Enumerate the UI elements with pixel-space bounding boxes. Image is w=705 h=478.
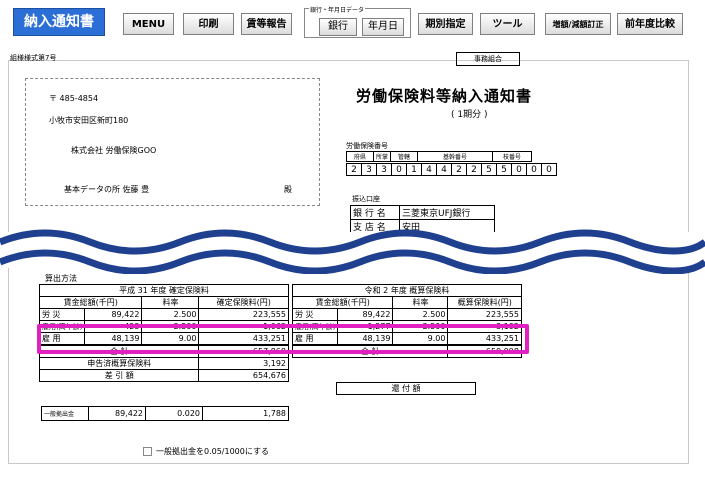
- highlight-box: [37, 324, 529, 354]
- fixed-header: 平成 31 年度 確定保険料: [39, 284, 289, 297]
- declared-label: 申告済概算保険料: [38, 357, 200, 370]
- checkbox-box[interactable]: [143, 447, 152, 456]
- notice-button[interactable]: 納入通知書: [13, 8, 105, 36]
- header-base-number: 基幹番号: [417, 151, 494, 162]
- row-label: 労 災: [38, 308, 86, 321]
- row-wage: 89,422: [84, 308, 143, 321]
- refund-table: 還 付 額: [336, 382, 476, 395]
- honorific: 殿: [284, 185, 292, 194]
- estimated-header: 令和 2 年度 概算保険料: [292, 284, 522, 297]
- address-line: 小牧市安田区新町180: [49, 116, 129, 125]
- header-branch-number: 枝番号: [492, 151, 533, 162]
- insurance-number-label: 労働保険番号: [346, 142, 388, 150]
- general-amount: 1,788: [202, 406, 289, 421]
- row-label: 労 災: [291, 308, 339, 321]
- general-contribution-table: 一般拠出金 89,422 0.020 1,788: [41, 406, 289, 421]
- form-number: 組様様式第7号: [10, 54, 57, 62]
- col-estimated: 概算保険料(円): [447, 296, 522, 309]
- row-wage: 89,422: [337, 308, 394, 321]
- digit: 2: [451, 163, 467, 176]
- digit: 3: [376, 163, 392, 176]
- tools-button[interactable]: ツール: [480, 13, 535, 35]
- diff-label: 差 引 額: [38, 369, 200, 382]
- digit: 5: [496, 163, 512, 176]
- bank-value: 三菱東京UFJ銀行: [399, 205, 495, 220]
- row-rate: 2.500: [392, 308, 449, 321]
- digit: 2: [466, 163, 482, 176]
- digit: 1: [406, 163, 422, 176]
- digit: 3: [361, 163, 377, 176]
- document-title: 労働保険料等納入通知書: [356, 87, 533, 105]
- bank-account-label: 振込口座: [352, 195, 380, 203]
- header-office: 所掌: [372, 151, 392, 162]
- bank-button[interactable]: 銀行: [319, 18, 357, 36]
- digit: 2: [346, 163, 362, 176]
- office-tag: 事務組合: [456, 52, 520, 66]
- group-label: 銀行・年月日データ: [309, 5, 366, 14]
- period-label: ( 1期分 ): [451, 110, 488, 120]
- refund-label: 還 付 額: [336, 382, 476, 395]
- col-wage: 賃金総額(千円): [38, 296, 143, 309]
- address-box: 〒 485-4854 小牧市安田区新町180 株式会社 労働保険GOO 基本デー…: [25, 78, 320, 206]
- digit: 0: [391, 163, 407, 176]
- increase-decrease-button[interactable]: 増額/減額訂正: [545, 13, 611, 35]
- company-name: 株式会社 労働保険GOO: [71, 146, 157, 155]
- diff-value: 654,676: [198, 369, 289, 382]
- col-rate-2: 料率: [392, 296, 449, 309]
- calc-title: 算出方法: [45, 274, 77, 283]
- general-label: 一般拠出金: [41, 406, 89, 421]
- digit: 4: [436, 163, 452, 176]
- declared-value: 3,192: [198, 357, 289, 370]
- postal-code: 〒 485-4854: [49, 94, 99, 103]
- bank-date-group: 銀行・年月日データ 銀行 年月日: [304, 5, 411, 38]
- col-fixed: 確定保険料(円): [198, 296, 289, 309]
- insurance-number-headers: 府県 所掌 管轄 基幹番号 枝番号: [346, 151, 533, 162]
- general-wage: 89,422: [88, 406, 146, 421]
- insurance-number-digits: 2 3 3 0 1 4 4 2 2 5 5 0 0 0: [346, 163, 557, 176]
- person-name: 基本データの所 佐藤 豊: [64, 185, 150, 194]
- cut-wave-graphic: [0, 229, 705, 274]
- bank-key: 銀 行 名: [350, 205, 400, 220]
- digit: 4: [421, 163, 437, 176]
- row-amount: 223,555: [447, 308, 522, 321]
- general-rate: 0.020: [145, 406, 203, 421]
- header-jurisdiction: 管轄: [390, 151, 419, 162]
- col-wage-2: 賃金総額(千円): [291, 296, 394, 309]
- digit: 0: [526, 163, 542, 176]
- digit: 5: [481, 163, 497, 176]
- digit: 0: [511, 163, 527, 176]
- header-pref: 府県: [346, 151, 374, 162]
- general-rate-checkbox[interactable]: 一般拠出金を0.05/1000にする: [143, 446, 269, 457]
- row-rate: 2.500: [141, 308, 200, 321]
- checkbox-label: 一般拠出金を0.05/1000にする: [156, 447, 269, 456]
- compare-button[interactable]: 前年度比較: [617, 13, 683, 35]
- toolbar: 納入通知書 MENU 印刷 賃等報告 銀行・年月日データ 銀行 年月日 期別指定…: [0, 0, 705, 40]
- col-rate: 料率: [141, 296, 200, 309]
- date-button[interactable]: 年月日: [362, 18, 404, 36]
- period-button[interactable]: 期別指定: [418, 13, 473, 35]
- wage-report-button[interactable]: 賃等報告: [241, 13, 292, 35]
- menu-button[interactable]: MENU: [123, 13, 174, 35]
- digit: 0: [541, 163, 557, 176]
- row-amount: 223,555: [198, 308, 289, 321]
- print-button[interactable]: 印刷: [183, 13, 234, 35]
